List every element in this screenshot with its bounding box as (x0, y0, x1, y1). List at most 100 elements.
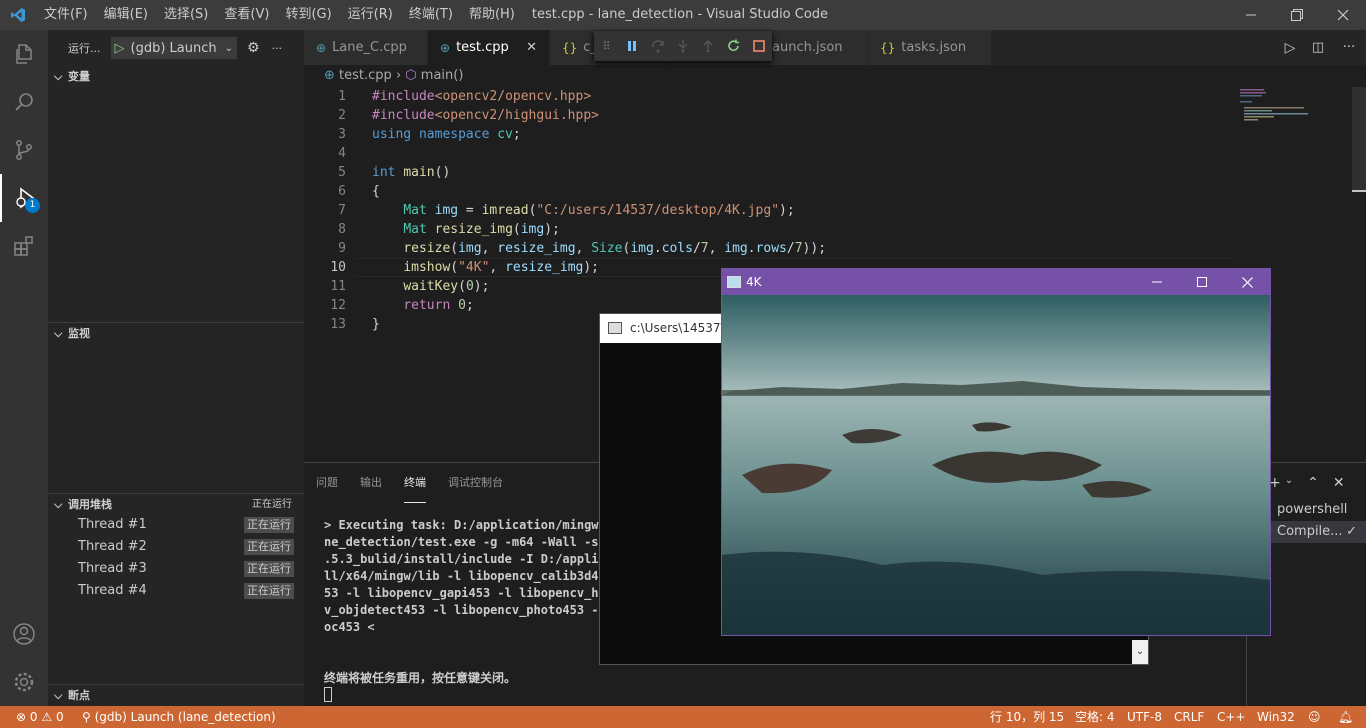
search-icon[interactable] (0, 78, 48, 126)
maximize-button[interactable] (1179, 269, 1224, 295)
variables-section-header[interactable]: ⌵ 变量 (48, 66, 304, 88)
step-over-icon[interactable] (645, 33, 670, 59)
tab-problems[interactable]: 问题 (316, 463, 338, 503)
terminal-reuse-message: 终端将被任务重用，按任意键关闭。 (324, 671, 517, 685)
menu-view[interactable]: 查看(V) (216, 0, 277, 30)
code-line[interactable]: Mat img = imread("C:/users/14537/desktop… (372, 201, 794, 220)
errors-status[interactable]: ⊗ 0 ⚠ 0 (16, 706, 64, 728)
json-file-icon: {} (562, 40, 578, 55)
tab-label: tasks.json (901, 40, 967, 55)
line-number: 2 (338, 108, 346, 123)
image-window-title-bar[interactable]: 4K (722, 269, 1270, 295)
line-number: 9 (338, 241, 346, 256)
thread-item[interactable]: Thread #4 正在运行 (48, 580, 304, 602)
code-line[interactable]: Mat resize_img(img); (372, 220, 560, 239)
code-line[interactable]: resize(img, resize_img, Size(img.cols/7,… (372, 239, 826, 258)
menu-file[interactable]: 文件(F) (36, 0, 96, 30)
code-line[interactable]: return 0; (372, 296, 473, 315)
breadcrumb-file[interactable]: test.cpp (339, 68, 392, 83)
source-control-icon[interactable] (0, 126, 48, 174)
line-number: 8 (338, 222, 346, 237)
restart-icon[interactable] (721, 33, 746, 59)
chevron-down-icon: ⌵ (54, 689, 63, 702)
code-line[interactable]: } (372, 315, 380, 334)
account-icon[interactable] (0, 610, 48, 658)
code-line[interactable]: imshow("4K", resize_img); (372, 258, 599, 277)
tab-output[interactable]: 输出 (360, 463, 382, 503)
gear-icon[interactable]: ⚙ (247, 40, 260, 56)
watch-section-header[interactable]: ⌵ 监视 (48, 322, 304, 344)
explorer-icon[interactable] (0, 30, 48, 78)
close-panel-icon[interactable]: ✕ (1333, 475, 1345, 491)
start-debug-icon[interactable]: ▷ (115, 41, 125, 56)
notifications-icon[interactable]: 🔔︎ (1338, 706, 1353, 728)
console-scroll-down-icon[interactable]: ⌄ (1132, 640, 1148, 664)
encoding-status[interactable]: UTF-8 (1127, 706, 1162, 728)
close-window-button[interactable] (1225, 269, 1270, 295)
thread-item[interactable]: Thread #2 正在运行 (48, 536, 304, 558)
run-debug-icon[interactable] (0, 174, 48, 222)
indentation-status[interactable]: 空格: 4 (1075, 706, 1115, 728)
eol-status[interactable]: CRLF (1174, 706, 1204, 728)
restore-button[interactable] (1274, 0, 1320, 30)
code-line[interactable]: #include<opencv2/highgui.hpp> (372, 106, 599, 125)
error-count: 0 (29, 710, 38, 724)
close-tab-icon[interactable]: ✕ (526, 40, 537, 55)
breakpoints-section-header[interactable]: ⌵ 断点 (48, 684, 304, 706)
code-line[interactable]: #include<opencv2/opencv.hpp> (372, 87, 591, 106)
extensions-icon[interactable] (0, 222, 48, 270)
breadcrumb-symbol[interactable]: main() (421, 68, 464, 83)
terminal-line: oc453 < (324, 620, 375, 634)
tab-test-cpp[interactable]: ⊕ test.cpp ✕ (428, 30, 550, 65)
tab-terminal[interactable]: 终端 (404, 463, 426, 503)
more-actions-icon[interactable]: ··· (272, 42, 283, 55)
tab-tasks-json[interactable]: {} tasks.json (868, 30, 992, 65)
opencv-image-window[interactable]: 4K (721, 268, 1271, 636)
menu-selection[interactable]: 选择(S) (156, 0, 216, 30)
platform-status[interactable]: Win32 (1257, 706, 1295, 728)
warning-count: 0 (55, 710, 64, 724)
code-line[interactable]: int main() (372, 163, 450, 182)
menu-go[interactable]: 转到(G) (277, 0, 339, 30)
menu-edit[interactable]: 编辑(E) (96, 0, 156, 30)
window-title: test.cpp - lane_detection - Visual Studi… (531, 7, 829, 22)
thread-item[interactable]: Thread #3 正在运行 (48, 558, 304, 580)
tab-debug-console[interactable]: 调试控制台 (448, 463, 503, 503)
tab-label: Lane_C.cpp (332, 40, 407, 55)
cursor-position[interactable]: 行 10，列 15 (990, 706, 1064, 728)
debug-badge: 1 (25, 198, 40, 213)
thread-name: Thread #2 (78, 539, 147, 554)
drag-handle-icon[interactable]: ⠿ (594, 33, 619, 59)
callstack-section-header[interactable]: ⌵ 调用堆栈 正在运行 (48, 493, 304, 515)
pause-icon[interactable] (619, 33, 644, 59)
feedback-icon[interactable]: ☺ (1308, 706, 1321, 728)
thread-item[interactable]: Thread #1 正在运行 (48, 514, 304, 536)
step-out-icon[interactable] (696, 33, 721, 59)
step-into-icon[interactable] (670, 33, 695, 59)
minimize-button[interactable] (1134, 269, 1179, 295)
launch-config-select[interactable]: ▷ (gdb) Launch ⌄ (110, 37, 237, 59)
chevron-right-icon: › (395, 68, 406, 83)
chevron-down-icon[interactable]: ⌄ (1285, 475, 1293, 491)
menu-run[interactable]: 运行(R) (340, 0, 401, 30)
code-line[interactable]: { (372, 182, 380, 201)
maximize-panel-icon[interactable]: ⌃ (1307, 475, 1319, 491)
run-file-icon[interactable]: ▷ (1276, 40, 1304, 56)
line-number: 6 (338, 184, 346, 199)
close-window-button[interactable] (1320, 0, 1366, 30)
debug-icon: ⚲ (82, 710, 91, 724)
debug-target-status[interactable]: ⚲ (gdb) Launch (lane_detection) (82, 706, 276, 728)
editor-actions: ▷ ◫ ··· (1276, 30, 1366, 65)
minimap[interactable] (1234, 87, 1352, 127)
settings-gear-icon[interactable] (0, 658, 48, 706)
more-actions-icon[interactable]: ··· (1332, 40, 1366, 55)
editor-scrollbar[interactable] (1352, 87, 1366, 462)
stop-icon[interactable] (747, 33, 772, 59)
terminal-cursor (324, 687, 332, 702)
code-line[interactable]: waitKey(0); (372, 277, 489, 296)
language-status[interactable]: C++ (1217, 706, 1246, 728)
code-line[interactable]: using namespace cv; (372, 125, 521, 144)
tab-lane-c-cpp[interactable]: ⊕ Lane_C.cpp (304, 30, 428, 65)
minimize-button[interactable] (1228, 0, 1274, 30)
split-editor-icon[interactable]: ◫ (1304, 40, 1332, 55)
